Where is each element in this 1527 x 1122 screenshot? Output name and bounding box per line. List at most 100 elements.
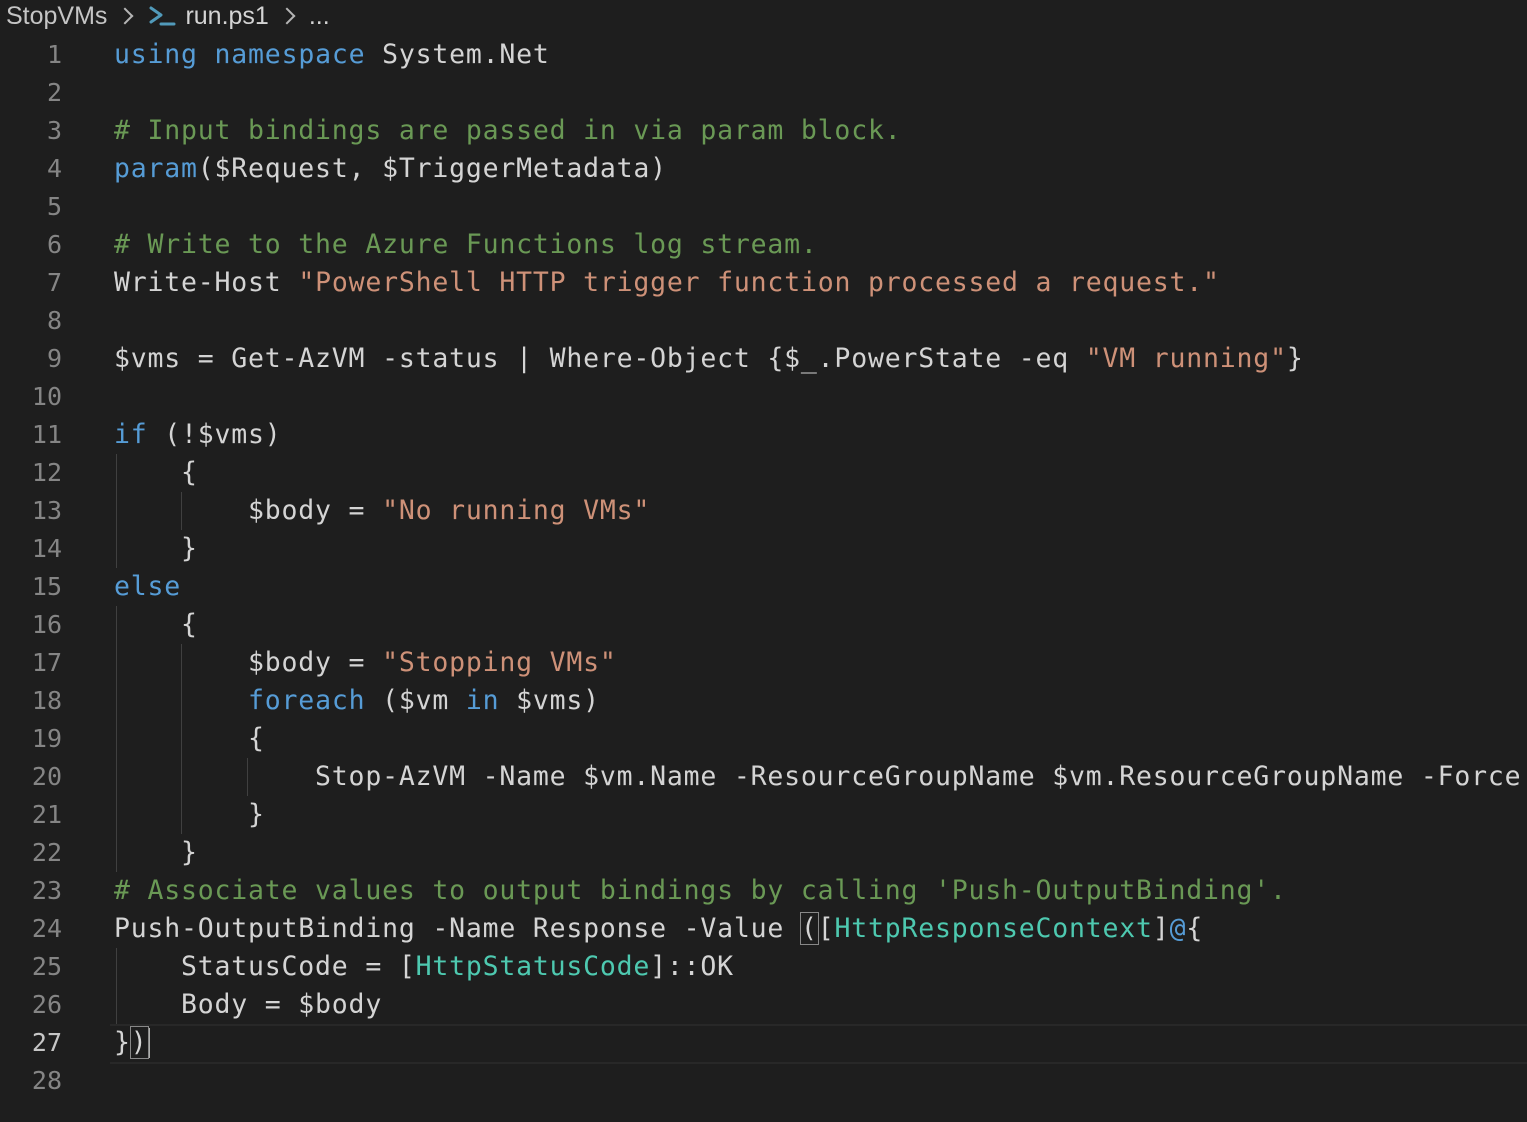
chevron-right-icon <box>278 7 296 25</box>
line-number: 2 <box>46 78 62 107</box>
line-number: 14 <box>31 534 62 563</box>
code-line[interactable]: 4 param($Request, $TriggerMetadata) <box>0 150 1527 188</box>
line-content: $vms = Get-AzVM -status | Where-Object {… <box>114 340 1304 378</box>
code-token: System.Net <box>365 39 550 70</box>
code-line[interactable]: 25 StatusCode = [HttpStatusCode]::OK <box>0 948 1527 986</box>
code-line[interactable]: 10 <box>0 378 1527 416</box>
line-content: { <box>114 720 265 758</box>
code-token: { <box>114 723 265 754</box>
line-content: param($Request, $TriggerMetadata) <box>114 150 667 188</box>
indent-guide <box>116 606 117 872</box>
code-line[interactable]: 22 } <box>0 834 1527 872</box>
code-line[interactable]: 2 <box>0 74 1527 112</box>
line-content: } <box>114 834 198 872</box>
code-token: ]::OK <box>650 951 734 982</box>
breadcrumb-file-item[interactable]: run.ps1 <box>147 2 269 31</box>
code-line[interactable]: 14 } <box>0 530 1527 568</box>
code-line[interactable]: 5 <box>0 188 1527 226</box>
code-line[interactable]: 8 <box>0 302 1527 340</box>
code-token: { <box>114 609 198 640</box>
line-content: }) <box>114 1024 149 1062</box>
line-number: 27 <box>31 1028 62 1057</box>
code-line[interactable]: 19 { <box>0 720 1527 758</box>
line-number: 26 <box>31 990 62 1019</box>
code-token: "No running VMs" <box>382 495 651 526</box>
code-line[interactable]: 7 Write-Host "PowerShell HTTP trigger fun… <box>0 264 1527 302</box>
code-line[interactable]: 27}) <box>0 1024 1527 1064</box>
code-line[interactable]: 3 # Input bindings are passed in via para… <box>0 112 1527 150</box>
line-number: 24 <box>31 914 62 943</box>
line-content: Stop-AzVM -Name $vm.Name -ResourceGroupN… <box>114 758 1527 796</box>
breadcrumb-more[interactable]: ... <box>309 2 330 31</box>
line-number: 22 <box>31 838 62 867</box>
code-token: HttpResponseContext <box>834 913 1153 944</box>
indent-guide <box>247 758 248 796</box>
line-content: } <box>114 530 198 568</box>
line-content: StatusCode = [HttpStatusCode]::OK <box>114 948 734 986</box>
code-token: ($Request, $TriggerMetadata) <box>197 153 667 184</box>
code-line[interactable]: 1 using namespace System.Net <box>0 36 1527 74</box>
indent-guide <box>116 454 117 568</box>
line-number: 21 <box>31 800 62 829</box>
code-token: if <box>114 419 148 450</box>
code-token: { <box>114 457 198 488</box>
line-number: 3 <box>46 116 62 145</box>
code-line[interactable]: 23 # Associate values to output bindings … <box>0 872 1527 910</box>
code-line[interactable]: 28 <box>0 1062 1527 1100</box>
code-line[interactable]: 17 $body = "Stopping VMs" <box>0 644 1527 682</box>
line-number: 7 <box>46 268 62 297</box>
line-content: # Write to the Azure Functions log strea… <box>114 226 818 264</box>
code-token: } <box>114 1027 131 1058</box>
code-token: $vms = Get-AzVM -status | Where-Object {… <box>114 343 1086 374</box>
code-token: in <box>465 685 500 716</box>
line-number: 5 <box>46 192 62 221</box>
code-line[interactable]: 18 foreach ($vm in $vms) <box>0 682 1527 720</box>
code-token: } <box>114 837 198 868</box>
code-token: param <box>114 153 198 184</box>
code-line[interactable]: 13 $body = "No running VMs" <box>0 492 1527 530</box>
code-line[interactable]: 9 $vms = Get-AzVM -status | Where-Object … <box>0 340 1527 378</box>
line-content: # Associate values to output bindings by… <box>114 872 1287 910</box>
line-content: $body = "Stopping VMs" <box>114 644 617 682</box>
code-line[interactable]: 16 { <box>0 606 1527 644</box>
code-token: (!$vms) <box>147 419 282 450</box>
code-line[interactable]: 26 Body = $body <box>0 986 1527 1024</box>
code-token: Stop-AzVM -Name $vm.Name -ResourceGroupN… <box>114 761 1527 792</box>
code-token: [ <box>817 913 835 944</box>
code-area[interactable]: 1 using namespace System.Net 2 3 # Input bin… <box>0 36 1527 1100</box>
code-token: HttpStatusCode <box>415 951 651 982</box>
code-token: $vms) <box>499 685 600 716</box>
line-number: 1 <box>46 40 62 69</box>
line-number: 23 <box>31 876 62 905</box>
code-line[interactable]: 20 Stop-AzVM -Name $vm.Name -ResourceGro… <box>0 758 1527 796</box>
indent-guide <box>116 948 117 1024</box>
line-number: 11 <box>31 420 62 449</box>
code-token: $body = <box>114 647 383 678</box>
code-line[interactable]: 6 # Write to the Azure Functions log stre… <box>0 226 1527 264</box>
line-number: 16 <box>31 610 62 639</box>
code-line[interactable]: 11 if (!$vms) <box>0 416 1527 454</box>
line-content: if (!$vms) <box>114 416 282 454</box>
code-token: "VM running" <box>1085 343 1287 374</box>
code-token: # Input bindings are passed in via param… <box>114 115 902 146</box>
code-token: "Stopping VMs" <box>382 647 617 678</box>
line-number: 18 <box>31 686 62 715</box>
code-editor[interactable]: StopVMs run.ps1 ... 1 using namespace Sys… <box>0 0 1527 1122</box>
line-content: else <box>114 568 181 606</box>
code-token: "PowerShell HTTP trigger function proces… <box>298 267 1220 298</box>
code-token: ( <box>799 912 819 945</box>
line-content: foreach ($vm in $vms) <box>114 682 600 720</box>
line-number: 19 <box>31 724 62 753</box>
code-line[interactable]: 21 } <box>0 796 1527 834</box>
line-content: using namespace System.Net <box>114 36 550 74</box>
indent-guide <box>181 492 182 530</box>
code-line[interactable]: 12 { <box>0 454 1527 492</box>
code-token: Body = $body <box>114 989 383 1020</box>
code-token: foreach <box>248 685 366 716</box>
code-line[interactable]: 15 else <box>0 568 1527 606</box>
line-number: 4 <box>46 154 62 183</box>
breadcrumb-folder[interactable]: StopVMs <box>0 2 107 31</box>
code-line[interactable]: 24 Push-OutputBinding -Name Response -Val… <box>0 910 1527 948</box>
line-number: 15 <box>31 572 62 601</box>
code-token: } <box>1286 343 1304 374</box>
